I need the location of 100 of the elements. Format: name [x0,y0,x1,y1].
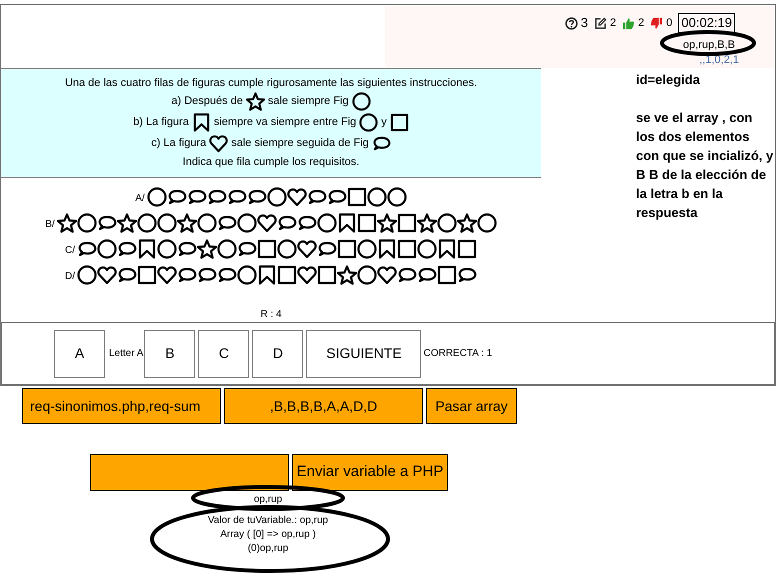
bookmark-icon [437,239,457,260]
square-icon [277,265,297,286]
sent-value: op,rup [254,493,282,507]
count: 2 [638,16,644,31]
note-title: id=elegida [636,71,701,89]
indices-text: ,,1,0,2,1 [699,54,739,66]
bookmark-icon [137,239,157,260]
count: 0 [666,16,672,31]
circle-icon [316,213,337,234]
output-line: Valor de tuVariable.: op,rup [208,514,328,528]
circle-icon [357,265,377,286]
circle-icon [417,239,437,260]
instructions-outro: Indica que fila cumple los requisitos. [182,154,360,170]
heart-icon [256,213,277,234]
square-icon [437,265,457,286]
rule-text: y [381,115,387,130]
thumbs-down-icon [650,16,664,30]
rule-text: a) Después de [171,94,243,110]
heart-icon [297,239,317,260]
circle-icon [97,239,117,260]
bookmark-icon [336,213,357,234]
circle-icon [157,239,177,260]
send-variable-button[interactable]: Enviar variable a PHP [292,454,448,491]
circle-icon [266,187,287,208]
circle-icon [156,213,177,234]
result-text: R : 4 [260,308,282,322]
answer-text: CORRECTA : 1 [423,347,492,362]
answer-button[interactable]: A [54,330,105,378]
bookmark-icon [257,265,277,286]
edit-icon [594,16,608,30]
circle-icon [277,239,297,260]
answer-text: Letter A [109,347,144,362]
circle-icon [386,187,407,208]
square-icon [356,213,377,234]
count: 2 [610,16,616,31]
square-icon [396,213,417,234]
rule-text: siempre va siempre entre Fig [214,115,356,130]
square-icon [457,239,477,260]
circle-icon [476,213,497,234]
circle-icon [352,92,371,111]
circle-icon [366,187,387,208]
star-icon [246,92,265,111]
files-field[interactable]: req-sinonimos.php,req-sum [22,388,221,424]
rule-text: c) La figura [151,136,206,152]
array-text: op,rup,B,B [683,38,735,53]
star-icon [56,213,77,234]
square-icon [397,239,417,260]
row-label: B/ [45,218,55,232]
circle-icon [436,213,457,234]
square-icon [317,265,337,286]
count: 3 [580,14,588,32]
pass-array-button[interactable]: Pasar array [426,388,517,424]
star-icon [176,213,197,234]
heart-icon [97,265,117,286]
bookmark-icon [192,112,211,132]
heart-icon [297,265,317,286]
circle-icon [136,213,157,234]
help-icon [564,16,578,30]
rule-text: b) La figura [133,115,189,130]
answer-button[interactable]: C [198,330,250,378]
row-label: D/ [65,270,75,284]
square-icon [257,239,277,260]
star-icon [337,265,357,286]
circle-icon [77,265,97,286]
circle-icon [76,213,97,234]
row-label: C/ [65,244,75,258]
rule-text: sale siempre Fig [268,94,349,110]
rule-text: sale siempre seguida de Fig [231,136,369,152]
answer-button[interactable]: D [252,330,304,378]
variable-field[interactable] [90,454,289,491]
instructions-intro: Una de las cuatro filas de figuras cumple rigurosamente las siguientes instrucciones. [64,76,478,91]
circle-icon [217,239,237,260]
square-icon [346,187,367,208]
heart-icon [377,265,397,286]
circle-icon [237,265,257,286]
star-icon [456,213,477,234]
circle-icon [196,213,217,234]
heart-icon [157,265,177,286]
circle-icon [359,112,378,132]
square-icon [390,112,409,132]
circle-icon [357,239,377,260]
timer: 00:02:19 [678,13,735,33]
star-icon [416,213,437,234]
thumbs-up-icon [622,16,636,30]
next-button[interactable]: SIGUIENTE [306,330,422,378]
star-icon [376,213,397,234]
square-icon [137,265,157,286]
square-icon [337,239,357,260]
output-line: (0)op,rup [248,542,288,556]
circle-icon [146,187,167,208]
answer-button[interactable]: B [144,330,196,378]
star-icon [197,239,217,260]
letters-field[interactable]: ,B,B,B,B,A,A,D,D [224,388,423,424]
note-body: se ve el array , con los dos elementos con que se incializó, y B B de la elección de la letra b en la respuesta [636,109,774,222]
circle-icon [236,213,257,234]
star-icon [116,213,137,234]
output-line: Array ( [0] => op,rup ) [220,528,316,542]
bookmark-icon [377,239,397,260]
heart-icon [286,187,307,208]
row-label: A/ [135,192,145,206]
